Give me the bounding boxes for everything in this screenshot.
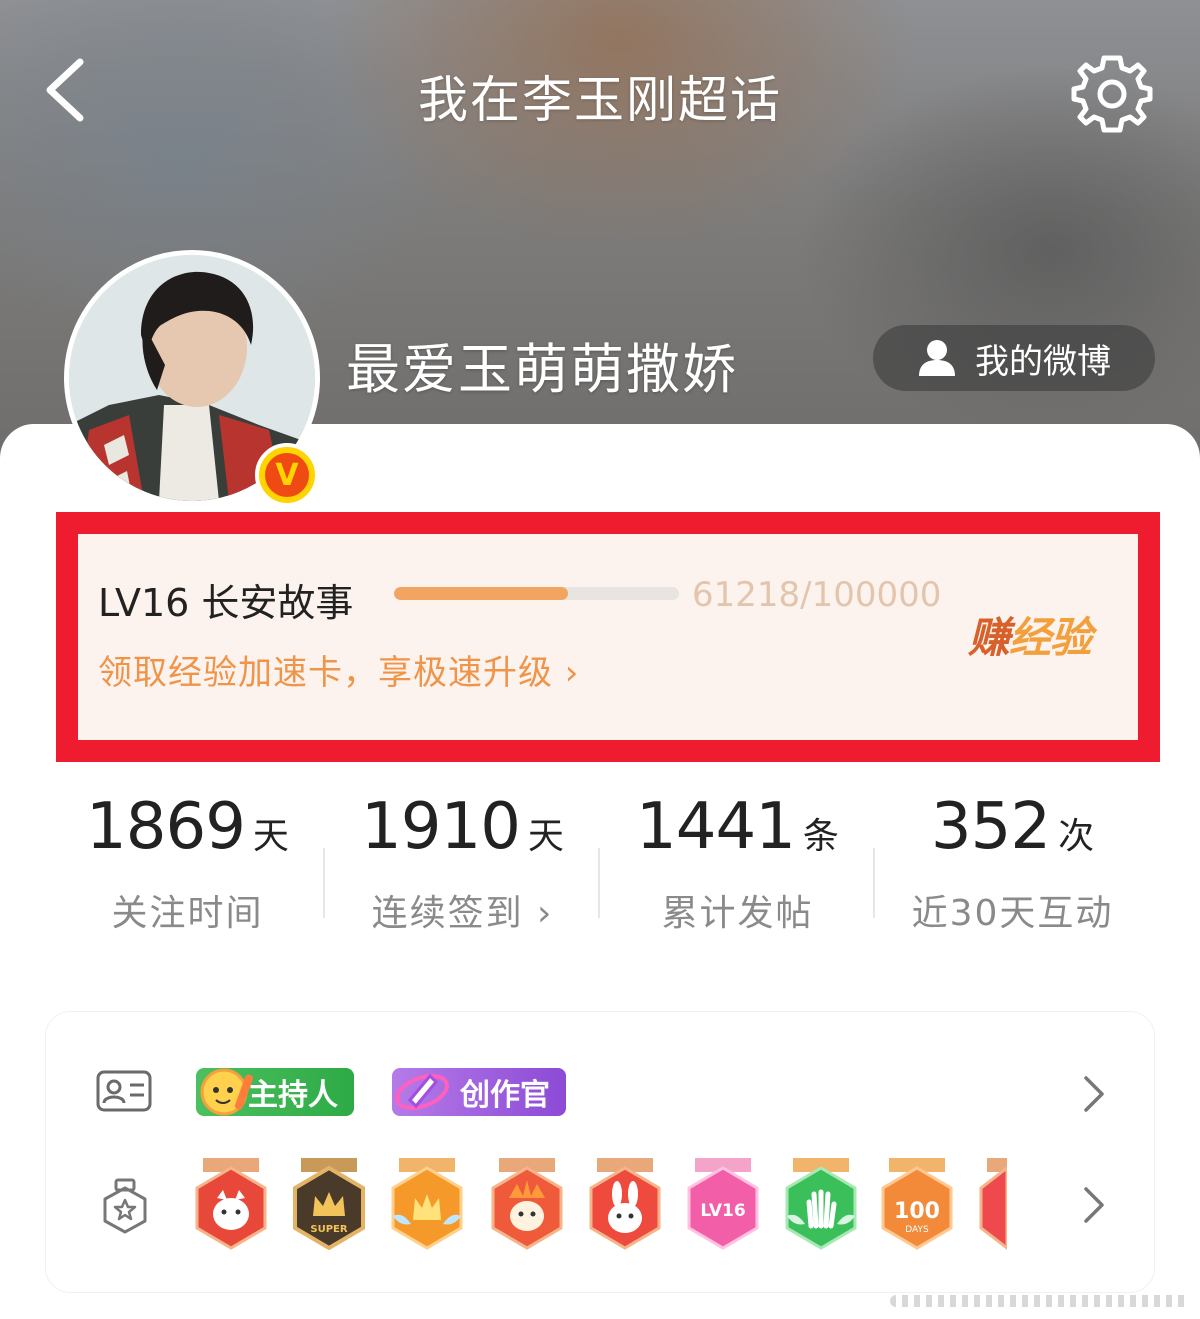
level-progress-bar	[394, 587, 679, 600]
earn-exp-part1: 赚	[968, 613, 1010, 662]
stat-value: 1910	[361, 790, 521, 864]
stat-value: 352	[930, 790, 1051, 864]
cat-medal-icon[interactable]	[193, 1158, 269, 1250]
chevron-right-icon[interactable]	[1082, 1185, 1106, 1225]
stat-label: 累计发帖	[661, 893, 814, 934]
partial-medal-icon[interactable]	[977, 1158, 1007, 1250]
level-progress-fill	[394, 587, 569, 600]
medal-text: 100	[894, 1199, 940, 1224]
stat-unit: 次	[1058, 816, 1095, 857]
stat-interactions: 352 次 近30天互动	[875, 790, 1150, 936]
gear-icon	[1071, 55, 1153, 133]
username: 最爱玉萌萌撒娇	[346, 338, 738, 401]
my-weibo-label: 我的微博	[975, 341, 1111, 382]
stat-unit: 条	[802, 816, 839, 857]
dragon-medal-icon[interactable]	[489, 1158, 565, 1250]
earn-exp-button[interactable]: 赚经验	[968, 604, 1092, 665]
id-card-icon	[96, 1070, 152, 1112]
back-button[interactable]	[38, 54, 98, 126]
stat-checkin-streak[interactable]: 1910 天 连续签到 ›	[325, 790, 600, 936]
stat-total-posts: 1441 条 累计发帖	[600, 790, 875, 936]
host-emblem-icon	[200, 1068, 254, 1116]
verified-v-icon: V	[265, 453, 309, 497]
medal-text: SUPER	[310, 1224, 347, 1235]
medal-outline-icon	[103, 1178, 147, 1234]
page-title: 我在李玉刚超话	[418, 71, 782, 129]
stat-follow-time: 1869 天 关注时间	[50, 790, 325, 936]
tag-label: 主持人	[248, 1078, 338, 1113]
stat-unit: 天	[527, 816, 564, 857]
super-crown-medal-icon[interactable]: SUPER	[291, 1158, 367, 1250]
medal-text: LV16	[700, 1201, 745, 1221]
stat-value: 1869	[86, 790, 246, 864]
tag-creator[interactable]: 创作官	[392, 1068, 566, 1116]
back-arrow-icon	[46, 58, 84, 122]
lv16-medal-icon[interactable]: LV16	[685, 1158, 761, 1250]
earn-exp-part2: 经验	[1009, 613, 1092, 662]
stat-label: 近30天互动	[911, 893, 1114, 934]
top-bar: 我在李玉刚超话	[0, 40, 1200, 140]
home-indicator	[890, 1295, 1190, 1307]
my-weibo-button[interactable]: 我的微博	[873, 325, 1155, 391]
level-label: LV16 长安故事	[98, 581, 354, 625]
settings-button[interactable]	[1068, 52, 1156, 140]
chevron-right-icon[interactable]	[1082, 1074, 1106, 1114]
verified-badge: V	[255, 443, 319, 507]
rabbit-medal-icon[interactable]	[587, 1158, 663, 1250]
stat-label: 关注时间	[111, 893, 264, 934]
badges-card	[46, 1012, 1154, 1292]
medal-sublabel: DAYS	[905, 1225, 929, 1235]
stat-unit: 天	[252, 816, 289, 857]
tag-label: 创作官	[460, 1078, 550, 1113]
level-progress-text: 61218/100000	[692, 575, 942, 615]
speed-card-link[interactable]: 领取经验加速卡，享极速升级 ›	[98, 645, 579, 694]
creator-emblem-icon	[395, 1073, 449, 1110]
crown-wings-medal-icon[interactable]	[389, 1158, 465, 1250]
stats-row: 1869 天 关注时间 1910 天 连续签到 › 1441 条 累计发帖 352 次 …	[50, 790, 1150, 980]
100-days-medal-icon[interactable]: 100 DAYS	[879, 1158, 955, 1250]
stat-value: 1441	[636, 790, 796, 864]
stat-label: 连续签到 ›	[371, 893, 554, 934]
person-icon	[919, 340, 955, 376]
tag-host[interactable]: 主持人	[196, 1068, 354, 1116]
hand-medal-icon[interactable]	[783, 1158, 859, 1250]
